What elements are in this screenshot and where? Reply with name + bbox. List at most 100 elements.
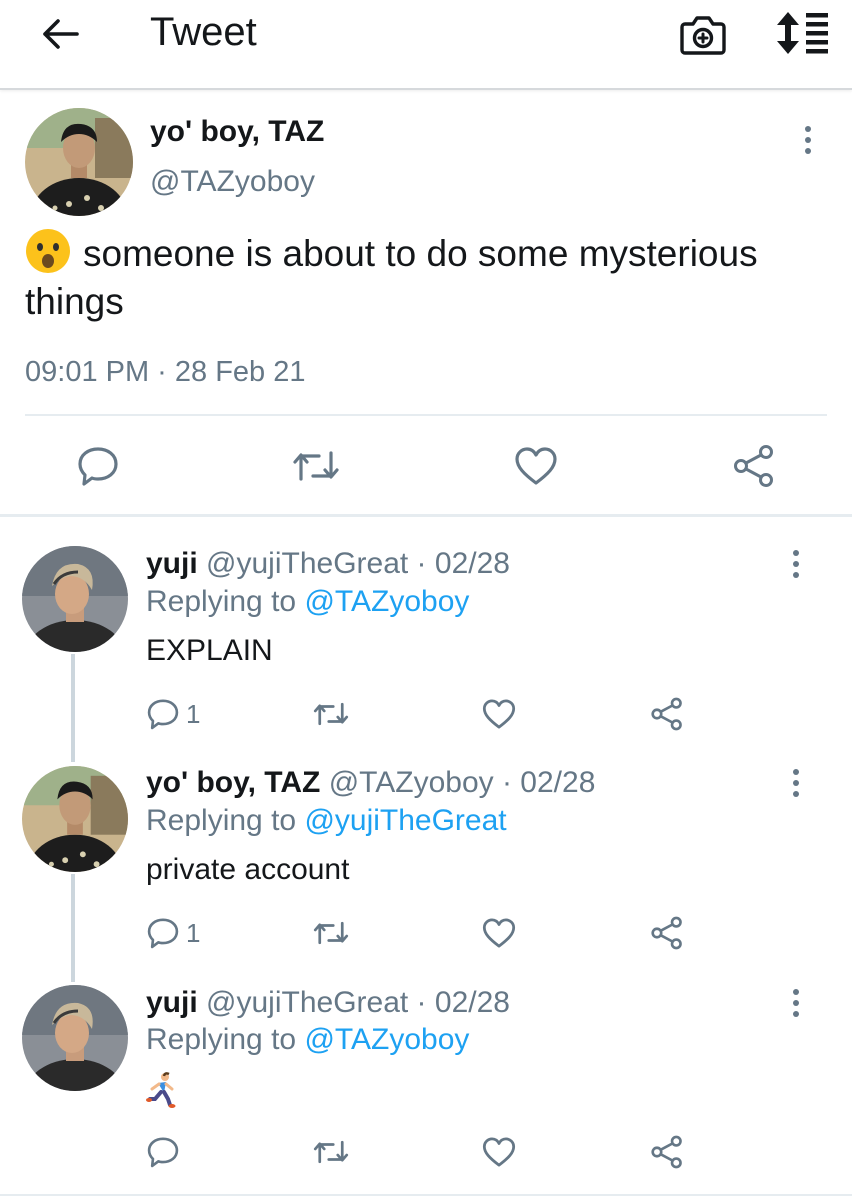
reply-text: EXPLAIN [146, 634, 273, 667]
retweet-icon [293, 451, 339, 481]
reply-actions [146, 1132, 706, 1172]
dot [793, 572, 799, 578]
dot [793, 769, 799, 775]
mention-link[interactable]: @TAZyoboy [304, 1023, 469, 1056]
share-button[interactable] [650, 694, 684, 734]
replying-prefix: Replying to [146, 1023, 305, 1056]
tweet-timestamp: 09:01 PM · 28 Feb 21 [25, 356, 306, 388]
reply-icon [147, 1137, 179, 1168]
share-button[interactable] [726, 440, 782, 492]
reply-header: yo' boy, TAZ @TAZyoboy · 02/28 [146, 763, 595, 803]
author-meta[interactable]: @TAZyoboy · 02/28 [329, 766, 596, 799]
arrow-left-icon [43, 19, 79, 49]
author-meta[interactable]: @yujiTheGreat · 02/28 [206, 547, 510, 580]
avatar[interactable] [25, 108, 133, 216]
divider [0, 514, 852, 517]
reply-header: yuji @yujiTheGreat · 02/28 [146, 544, 510, 584]
reply-button[interactable] [70, 440, 126, 492]
retweet-icon [313, 921, 349, 945]
heart-icon [482, 1137, 516, 1167]
page-title: Tweet [150, 10, 257, 54]
like-button[interactable] [482, 913, 516, 953]
reply-button[interactable]: 1 [146, 694, 200, 734]
camera-button[interactable] [679, 12, 727, 56]
share-button[interactable] [650, 1132, 684, 1172]
dot [793, 989, 799, 995]
dot [793, 1011, 799, 1017]
like-button[interactable] [482, 1132, 516, 1172]
app-header: Tweet [0, 0, 852, 90]
dot [805, 126, 811, 132]
dot [793, 780, 799, 786]
thread-line [71, 874, 75, 982]
share-icon [651, 916, 682, 950]
more-options-button[interactable] [784, 544, 808, 584]
avatar-image [22, 985, 128, 1091]
retweet-button[interactable] [312, 913, 350, 953]
reply-header: yuji @yujiTheGreat · 02/28 [146, 983, 510, 1023]
sort-icon [777, 12, 828, 54]
author-handle[interactable]: @TAZyoboy [150, 162, 315, 202]
surprised-face-emoji [26, 229, 70, 273]
share-icon [651, 1135, 682, 1169]
heart-icon [515, 447, 557, 485]
author-name[interactable]: yuji [146, 547, 198, 580]
avatar[interactable] [22, 546, 128, 652]
divider [25, 414, 827, 416]
tweet-text-content: someone is about to do some mysterious t… [25, 233, 758, 322]
heart-icon [482, 918, 516, 948]
dot [805, 137, 811, 143]
reply-button[interactable]: 1 [146, 913, 200, 953]
retweet-button[interactable] [288, 440, 344, 492]
dot [793, 1000, 799, 1006]
avatar[interactable] [22, 766, 128, 872]
share-icon [734, 445, 773, 487]
avatar-image [22, 766, 128, 872]
reply-text [146, 1072, 178, 1119]
dot [793, 791, 799, 797]
sort-button[interactable] [774, 10, 830, 56]
reply-actions: 1 [146, 694, 706, 734]
reply-text: private account [146, 853, 350, 886]
reply-icon [78, 447, 118, 486]
thread-line [71, 654, 75, 762]
back-button[interactable] [38, 14, 82, 54]
dot [805, 148, 811, 154]
replying-prefix: Replying to [146, 804, 305, 837]
retweet-button[interactable] [312, 694, 350, 734]
replying-to: Replying to @TAZyoboy [146, 582, 469, 622]
share-icon [651, 697, 682, 731]
mention-link[interactable]: @yujiTheGreat [304, 804, 506, 837]
heart-icon [482, 699, 516, 729]
dot [793, 561, 799, 567]
tweet-text: someone is about to do some mysterious t… [25, 228, 825, 326]
mention-link[interactable]: @TAZyoboy [304, 585, 469, 618]
dot [793, 550, 799, 556]
reply-count: 1 [186, 917, 201, 948]
author-name[interactable]: yuji [146, 986, 198, 1019]
more-options-button[interactable] [784, 983, 808, 1023]
avatar-image [25, 108, 133, 216]
more-options-button[interactable] [784, 763, 808, 803]
retweet-icon [313, 1140, 349, 1164]
reply-count: 1 [186, 698, 201, 729]
avatar[interactable] [22, 985, 128, 1091]
author-meta[interactable]: @yujiTheGreat · 02/28 [206, 986, 510, 1019]
camera-plus-icon [680, 16, 726, 55]
reply-button[interactable] [146, 1132, 180, 1172]
retweet-icon [313, 702, 349, 726]
share-button[interactable] [650, 913, 684, 953]
like-button[interactable] [482, 694, 516, 734]
divider [0, 1194, 852, 1196]
retweet-button[interactable] [312, 1132, 350, 1172]
reply-actions: 1 [146, 913, 706, 953]
replying-to: Replying to @TAZyoboy [146, 1020, 469, 1060]
reply-icon [147, 918, 179, 949]
more-options-button[interactable] [796, 120, 820, 160]
avatar-image [22, 546, 128, 652]
reply-icon [147, 699, 179, 730]
author-name[interactable]: yo' boy, TAZ [150, 112, 324, 152]
author-name[interactable]: yo' boy, TAZ [146, 766, 320, 799]
running-person-emoji [146, 1072, 176, 1108]
like-button[interactable] [508, 440, 564, 492]
